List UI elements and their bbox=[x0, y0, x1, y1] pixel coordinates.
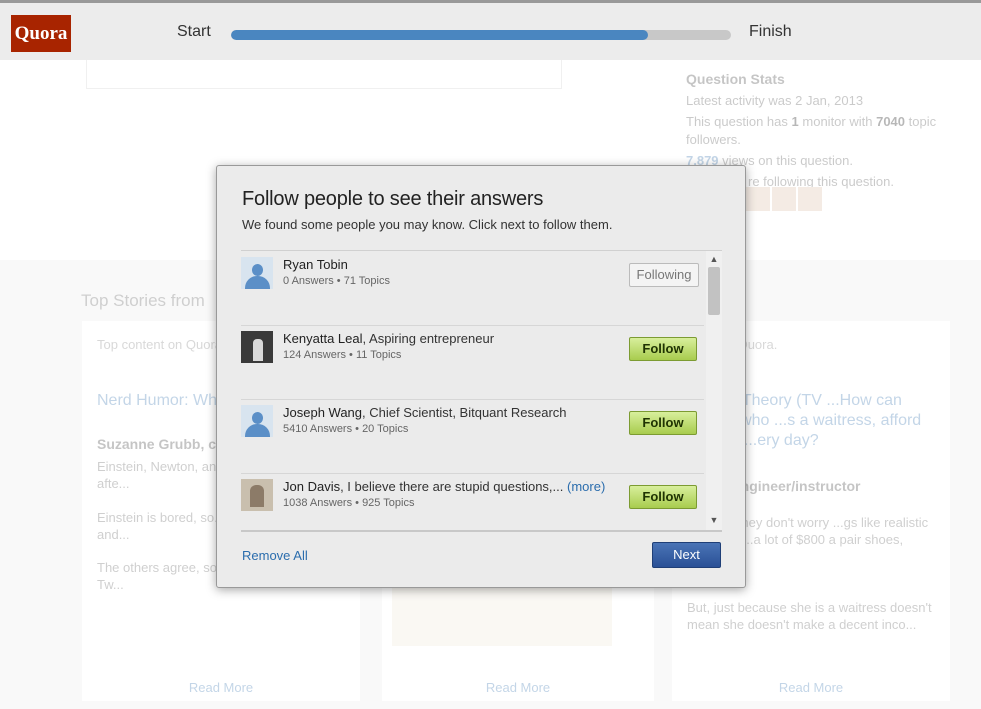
dialog-title: Follow people to see their answers bbox=[242, 188, 544, 210]
follow-button[interactable]: Follow bbox=[629, 411, 697, 435]
follow-people-dialog: Follow people to see their answers We fo… bbox=[216, 165, 746, 588]
person-name-link[interactable]: Ryan Tobin bbox=[283, 257, 348, 272]
follow-button[interactable]: Follow bbox=[629, 485, 697, 509]
follower-avatars bbox=[746, 187, 824, 216]
person-credential: , I believe there are stupid questions,.… bbox=[340, 479, 564, 494]
person-name: Kenyatta Leal, Aspiring entrepreneur bbox=[283, 331, 494, 346]
person-meta: 124 Answers • 11 Topics bbox=[283, 349, 402, 361]
person-name-link[interactable]: Joseph Wang bbox=[283, 405, 362, 420]
stats-monitors: This question has 1 monitor with 7040 to… bbox=[686, 113, 956, 149]
stats-latest-activity: Latest activity was 2 Jan, 2013 bbox=[686, 93, 864, 108]
top-bar: Quora Start Finish bbox=[0, 0, 981, 60]
list-scrollbar[interactable]: ▲ ▼ bbox=[706, 251, 722, 530]
avatar[interactable] bbox=[772, 187, 796, 211]
scroll-up-arrow-icon[interactable]: ▲ bbox=[706, 253, 722, 265]
quora-logo[interactable]: Quora bbox=[11, 15, 71, 52]
default-avatar-icon[interactable] bbox=[241, 405, 273, 437]
person-name: Joseph Wang, Chief Scientist, Bitquant R… bbox=[283, 405, 567, 420]
more-link[interactable]: (more) bbox=[567, 479, 605, 494]
read-more-link[interactable]: Read More bbox=[382, 680, 654, 695]
default-avatar-icon[interactable] bbox=[241, 257, 273, 289]
story-source: Top content on Quora bbox=[97, 337, 223, 352]
person-meta: 1038 Answers • 925 Topics bbox=[283, 497, 415, 509]
list-item: Joseph Wang, Chief Scientist, Bitquant R… bbox=[241, 399, 704, 474]
people-list[interactable]: Ryan Tobin 0 Answers • 71 Topics Followi… bbox=[241, 250, 722, 532]
progress-fill bbox=[231, 30, 648, 40]
list-item: Ryan Tobin 0 Answers • 71 Topics Followi… bbox=[241, 251, 704, 326]
progress-bar bbox=[231, 30, 731, 40]
story-text: But, just because she is a waitress does… bbox=[687, 600, 932, 632]
scroll-down-arrow-icon[interactable]: ▼ bbox=[706, 514, 722, 526]
person-meta: 0 Answers • 71 Topics bbox=[283, 275, 390, 287]
follow-button[interactable]: Follow bbox=[629, 337, 697, 361]
progress-start-label: Start bbox=[177, 23, 211, 40]
question-box bbox=[86, 60, 562, 89]
person-meta: 5410 Answers • 20 Topics bbox=[283, 423, 409, 435]
stats-topic-followers: 7040 bbox=[876, 114, 906, 129]
list-item: Jon Davis, I believe there are stupid qu… bbox=[241, 473, 704, 530]
stats-title: Question Stats bbox=[686, 71, 785, 87]
remove-all-link[interactable]: Remove All bbox=[242, 548, 308, 563]
person-name-link[interactable]: Kenyatta Leal bbox=[283, 331, 363, 346]
top-stories-title: Top Stories from bbox=[81, 291, 205, 310]
stats-monitors-mid: monitor with bbox=[802, 114, 873, 129]
person-credential: , Chief Scientist, Bitquant Research bbox=[362, 405, 567, 420]
read-more-link[interactable]: Read More bbox=[82, 680, 360, 695]
person-name: Jon Davis, I believe there are stupid qu… bbox=[283, 479, 605, 494]
person-name: Ryan Tobin bbox=[283, 257, 348, 272]
list-item: Kenyatta Leal, Aspiring entrepreneur 124… bbox=[241, 325, 704, 400]
read-more-link[interactable]: Read More bbox=[672, 680, 950, 695]
dialog-subtitle: We found some people you may know. Click… bbox=[242, 217, 613, 232]
avatar[interactable] bbox=[798, 187, 822, 211]
person-name-link[interactable]: Jon Davis bbox=[283, 479, 340, 494]
stats-monitors-prefix: This question has bbox=[686, 114, 788, 129]
next-button[interactable]: Next bbox=[652, 542, 721, 568]
avatar[interactable] bbox=[746, 187, 770, 211]
scrollbar-thumb[interactable] bbox=[708, 267, 720, 315]
stats-monitors-count: 1 bbox=[791, 114, 799, 129]
following-button[interactable]: Following bbox=[629, 263, 699, 287]
progress-finish-label: Finish bbox=[749, 23, 792, 40]
person-credential: , Aspiring entrepreneur bbox=[362, 331, 495, 346]
story-author[interactable]: Suzanne Grubb, c bbox=[97, 436, 216, 452]
avatar[interactable] bbox=[241, 331, 273, 363]
avatar[interactable] bbox=[241, 479, 273, 511]
